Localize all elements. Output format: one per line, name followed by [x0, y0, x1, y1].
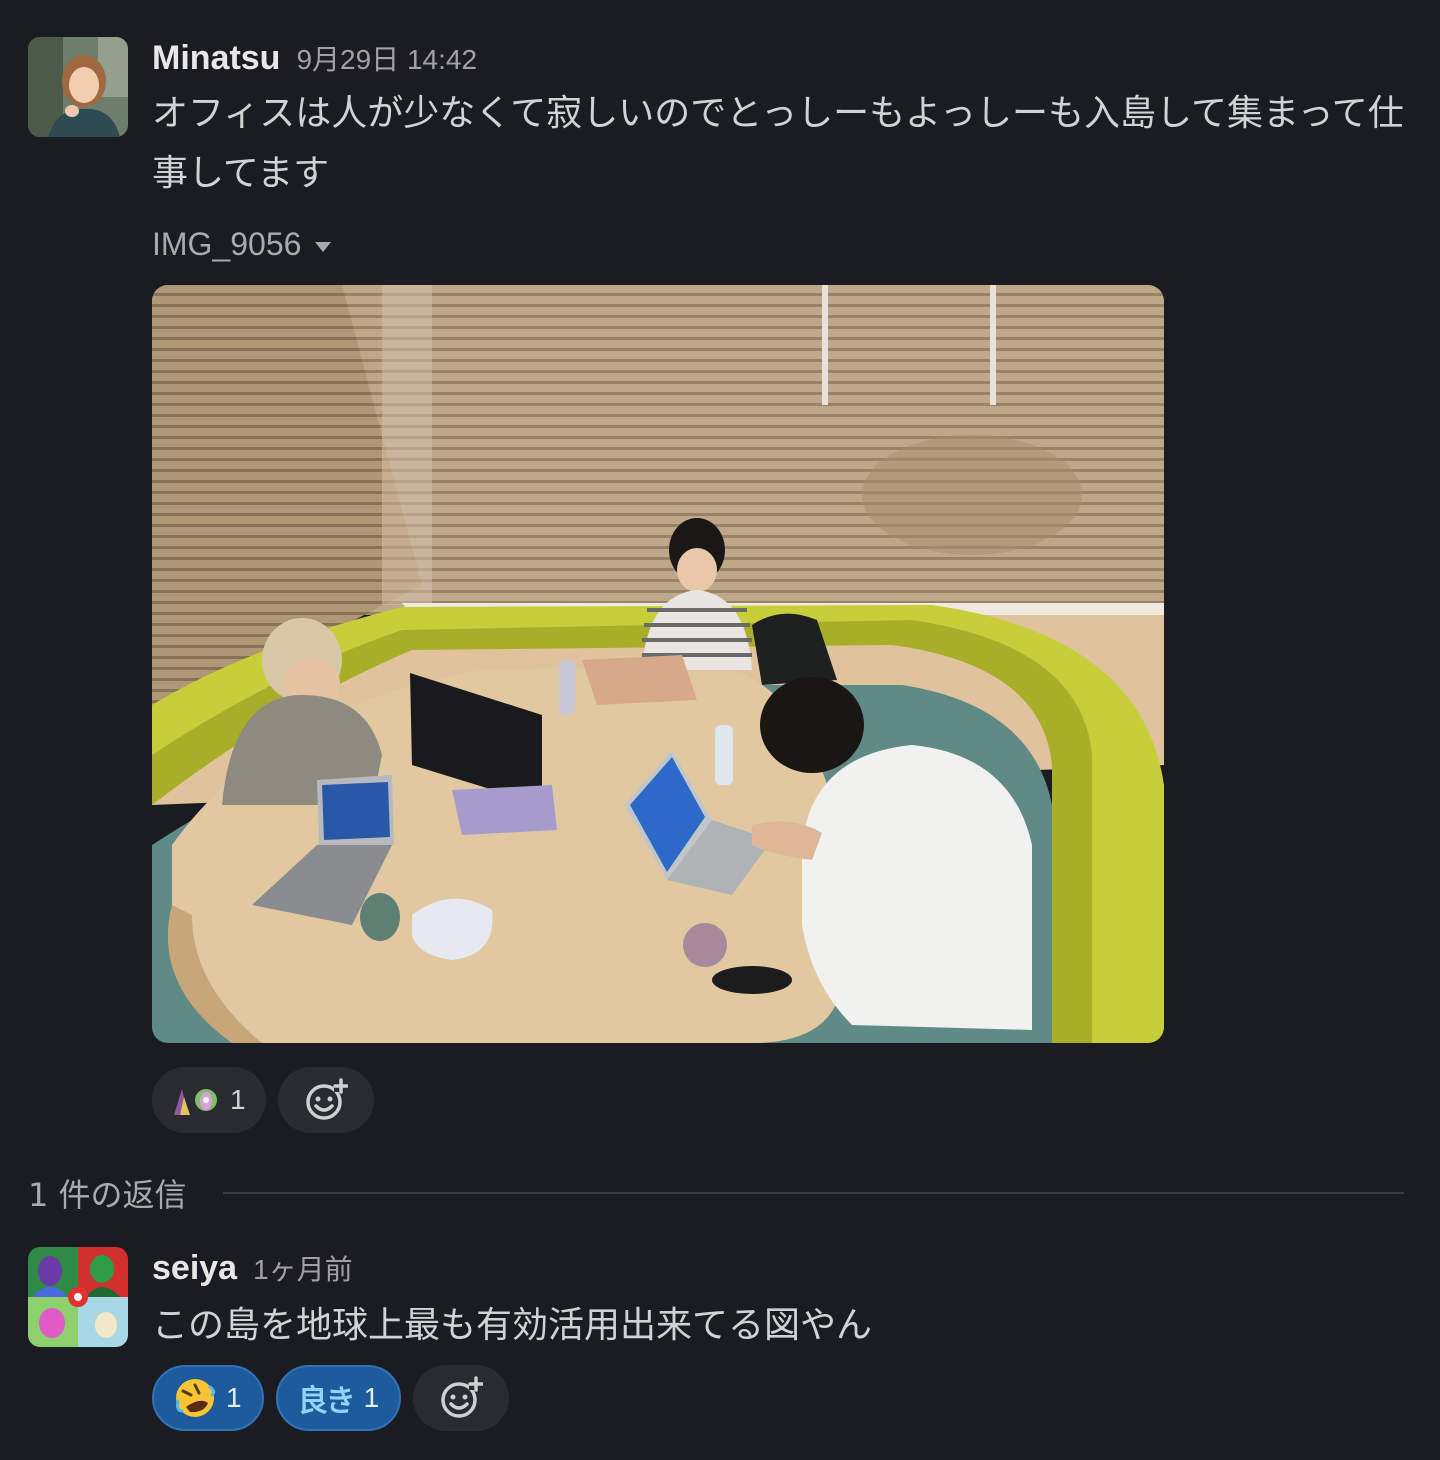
reaction-count: 1 [363, 1382, 380, 1413]
avatar-seiya-image [28, 1247, 128, 1347]
reaction-count: 1 [230, 1084, 246, 1115]
office-photo [152, 285, 1164, 1043]
sender-name[interactable]: seiya [152, 1249, 237, 1287]
avatar-minatsu-image [28, 37, 128, 137]
caret-down-icon [315, 241, 332, 252]
rofl-emoji-icon [176, 1379, 216, 1417]
message-header: seiya 1ヶ月前 [152, 1248, 353, 1288]
reply-reactions: 1 良き 1 [152, 1365, 510, 1431]
people-pair-emoji-icon [174, 1089, 217, 1115]
avatar-seiya[interactable] [28, 1247, 128, 1347]
attachment-name-toggle[interactable]: IMG_9056 [152, 226, 332, 263]
message-text: この島を地球上最も有効活用出来てる図やん [152, 1305, 873, 1346]
reply-count[interactable]: 1 件の返信 [28, 1170, 187, 1216]
thread-reply-divider: 1 件の返信 [28, 1170, 1404, 1216]
yoki-text-emoji-icon: 良き [297, 1384, 356, 1419]
add-reaction-icon [441, 1376, 484, 1418]
avatar-minatsu[interactable] [28, 37, 128, 137]
timestamp[interactable]: 9月29日 14:42 [296, 44, 477, 75]
reaction-yoki[interactable]: 良き 1 [275, 1365, 402, 1431]
message-text: オフィスは人が少なくて寂しいのでとっしーもよっしーも入島して集まって仕事してます [152, 93, 1404, 194]
add-reaction-button[interactable] [277, 1067, 374, 1133]
attachment-name: IMG_9056 [152, 226, 302, 262]
reaction-rofl[interactable]: 1 [152, 1365, 264, 1431]
attachment-image[interactable] [152, 285, 1164, 1043]
add-reaction-icon [305, 1078, 348, 1120]
reaction-count: 1 [226, 1382, 242, 1413]
divider-line [222, 1192, 1404, 1194]
reaction-people-pair[interactable]: 1 [152, 1067, 266, 1133]
post-reactions: 1 [152, 1067, 374, 1133]
message-header: Minatsu 9月29日 14:42 [152, 38, 477, 78]
timestamp[interactable]: 1ヶ月前 [253, 1254, 353, 1285]
add-reaction-button[interactable] [413, 1365, 510, 1431]
sender-name[interactable]: Minatsu [152, 39, 280, 77]
